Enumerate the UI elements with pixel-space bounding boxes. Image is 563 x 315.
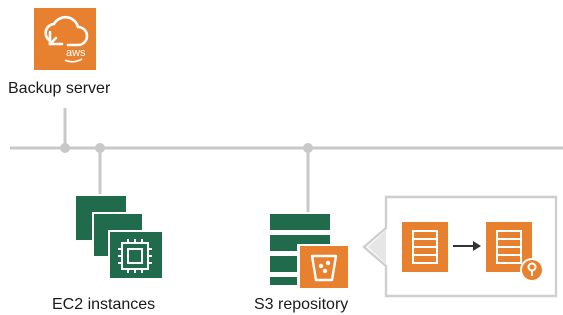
ec2-instances-junction <box>95 143 105 153</box>
backup-server-label: Backup server <box>8 80 111 97</box>
architecture-diagram: aws <box>10 8 563 298</box>
s3-repository-label: S3 repository <box>254 296 349 313</box>
s3-repository-icon <box>270 214 349 288</box>
ec2-instances-label: EC2 instances <box>52 296 156 313</box>
ec2-instances-icon <box>76 196 162 278</box>
s3-repository-junction <box>303 143 313 153</box>
backup-server-junction <box>60 143 70 153</box>
aws-cloud-icon: aws <box>34 8 96 70</box>
lock-badge-icon <box>520 258 544 282</box>
svg-text:aws: aws <box>66 47 86 59</box>
